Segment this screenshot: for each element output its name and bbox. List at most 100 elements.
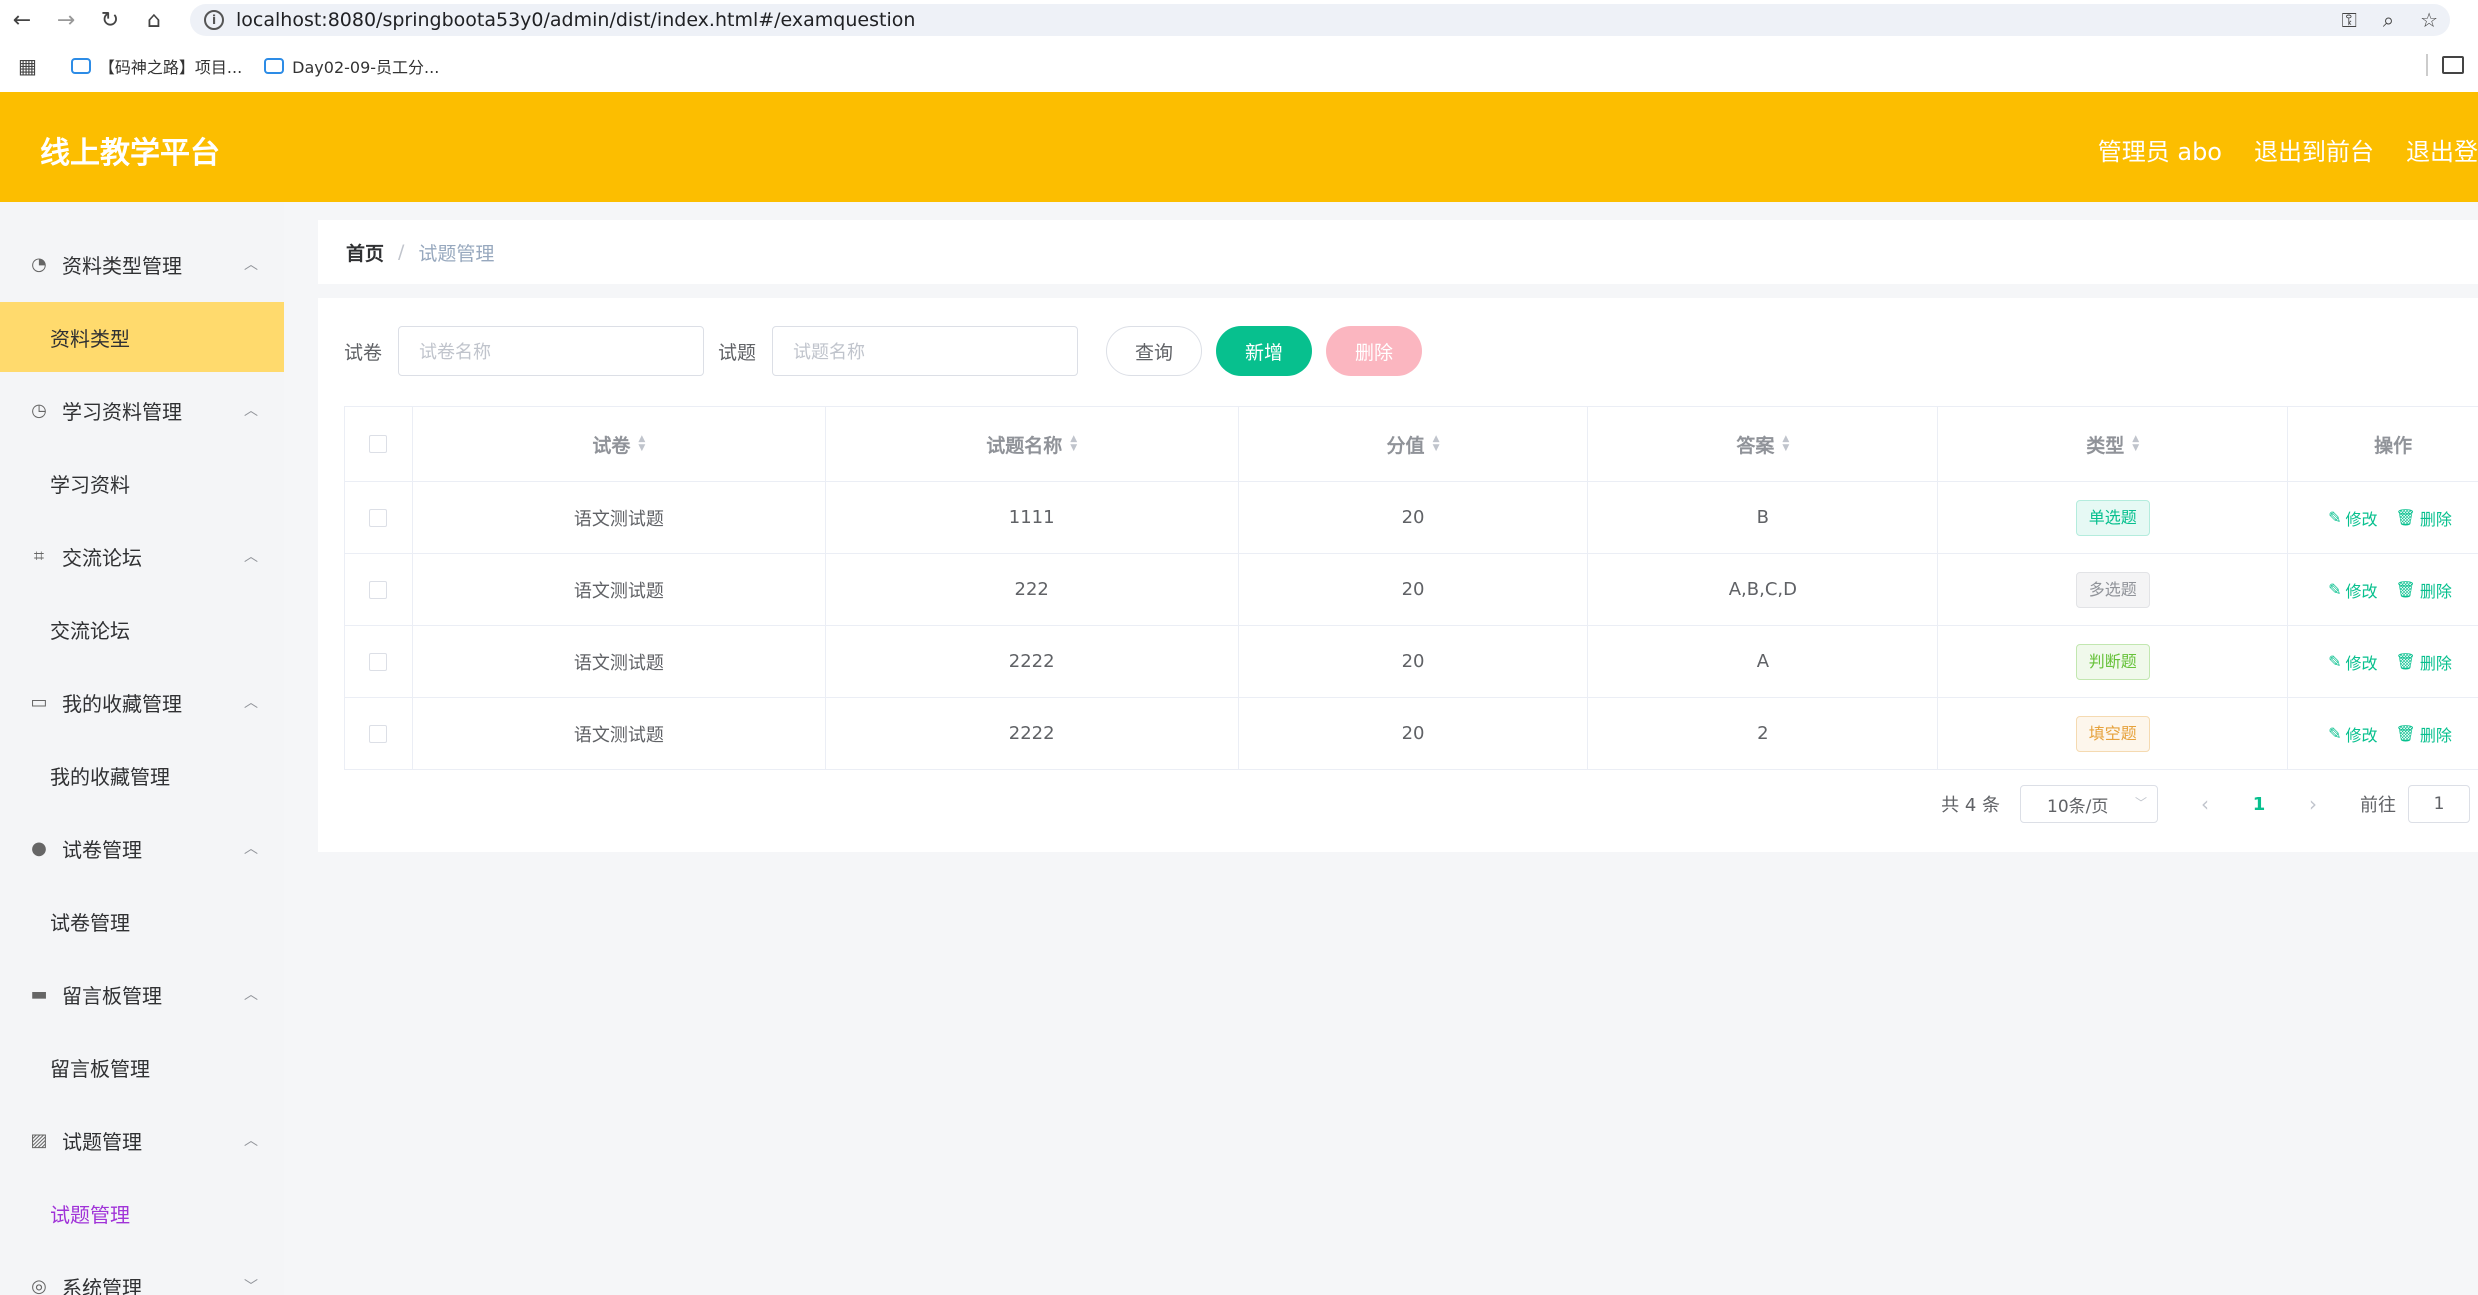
header-label: 操作 <box>2374 434 2413 457</box>
header-paper[interactable]: 试卷 ▲ ▼ <box>413 407 826 481</box>
menu-title-label: 试题管理 <box>62 1129 142 1154</box>
header-question-name[interactable]: 试题名称 ▲ ▼ <box>826 407 1239 481</box>
menu-title[interactable]: ▨ 试题管理 ︿ <box>0 1102 284 1178</box>
chevron-up-icon: ︿ <box>244 1133 258 1149</box>
sort-icon[interactable]: ▲ ▼ <box>638 435 645 453</box>
sort-icon[interactable]: ▲ ▼ <box>1433 435 1440 453</box>
menu-title-label: 试卷管理 <box>62 837 142 862</box>
chart-icon: ▨ <box>30 1129 48 1151</box>
cell-question-name: 2222 <box>826 626 1239 697</box>
zoom-icon[interactable]: ⌕ <box>2383 8 2394 32</box>
logout-link[interactable]: 退出登录 <box>2406 132 2478 167</box>
edit-icon: ✎ <box>2328 652 2342 671</box>
select-all-checkbox[interactable] <box>369 435 388 453</box>
to-front-link[interactable]: 退出到前台 <box>2254 132 2374 167</box>
sort-icon[interactable]: ▲ ▼ <box>1782 435 1789 453</box>
forward-icon[interactable]: → <box>44 0 88 40</box>
row-checkbox-cell <box>345 626 413 697</box>
bookmarks-bar: ▦ 【码神之路】项目... Day02-09-员工分... <box>0 40 2478 92</box>
page-size-value: 10条/页 <box>2047 796 2109 817</box>
menu-title[interactable]: ▬ 留言板管理 ︿ <box>0 956 284 1032</box>
row-checkbox[interactable] <box>369 580 388 599</box>
back-icon[interactable]: ← <box>0 0 44 40</box>
tv-icon <box>264 58 285 74</box>
row-checkbox[interactable] <box>369 652 388 671</box>
menu-item-paper[interactable]: 试卷管理 <box>0 886 284 956</box>
menu-item-question[interactable]: 试题管理 <box>0 1178 284 1248</box>
edit-button[interactable]: ✎ 修改 <box>2328 506 2377 530</box>
question-table: 试卷 ▲ ▼ 试题名称 ▲ ▼ 分值 ▲ ▼ 答案 ▲ ▼ 类型 ▲ ▼ 操作 语文测试题 1111… <box>344 406 2478 770</box>
header-answer[interactable]: 答案 ▲ ▼ <box>1588 407 1939 481</box>
goto-page-input[interactable]: 1 <box>2408 785 2470 823</box>
cell-question-name: 222 <box>826 554 1239 625</box>
cell-type: 单选题 <box>1938 482 2289 553</box>
reload-icon[interactable]: ↻ <box>88 0 132 40</box>
edit-button[interactable]: ✎ 修改 <box>2328 578 2377 602</box>
menu-item-forum[interactable]: 交流论坛 <box>0 594 284 664</box>
browser-toolbar: ← → ↻ ⌂ i localhost:8080/springboota53y0… <box>0 0 2478 40</box>
cell-paper: 语文测试题 <box>413 626 826 697</box>
next-page-button[interactable]: › <box>2286 792 2340 816</box>
page-size-select[interactable]: 10条/页 ﹀ <box>2020 785 2158 823</box>
bookmark-1[interactable]: 【码神之路】项目... <box>70 54 243 78</box>
header-type[interactable]: 类型 ▲ ▼ <box>1938 407 2289 481</box>
remove-button[interactable]: 🗑 删除 <box>2396 506 2452 530</box>
bookmark-label: Day02-09-员工分... <box>292 58 440 77</box>
remove-button[interactable]: 🗑 删除 <box>2396 722 2452 746</box>
pagination-total: 共 4 条 <box>1941 795 2000 816</box>
menu-title-label: 资料类型管理 <box>62 253 182 278</box>
bookmark-label: 【码神之路】项目... <box>98 58 243 77</box>
remove-button[interactable]: 🗑 删除 <box>2396 650 2452 674</box>
menu-title[interactable]: ◔ 资料类型管理 ︿ <box>0 226 284 302</box>
main-panel: 试卷 试卷名称 试题 试题名称 查询 新增 删除 试卷 ▲ ▼ 试题名称 ▲ ▼ 分值 ▲… <box>318 298 2478 852</box>
folder-icon[interactable] <box>2442 56 2464 74</box>
row-checkbox[interactable] <box>369 724 388 743</box>
cell-score: 20 <box>1239 626 1589 697</box>
menu-title[interactable]: ◷ 学习资料管理 ︿ <box>0 372 284 448</box>
row-checkbox-cell <box>345 698 413 769</box>
table-row: 语文测试题 2222 20 2 填空题 ✎ 修改 🗑 删除 <box>345 698 2478 770</box>
menu-item-material-type[interactable]: 资料类型 <box>0 302 284 372</box>
search-form: 试卷 试卷名称 试题 试题名称 查询 新增 删除 <box>344 326 1423 376</box>
edit-button[interactable]: ✎ 修改 <box>2328 650 2377 674</box>
breadcrumb-home[interactable]: 首页 <box>346 239 384 266</box>
menu-title[interactable]: ◎ 系统管理 ﹀ <box>0 1248 284 1295</box>
prev-page-button[interactable]: ‹ <box>2178 792 2232 816</box>
home-icon[interactable]: ⌂ <box>132 0 176 40</box>
cell-paper: 语文测试题 <box>413 554 826 625</box>
header-checkbox-cell <box>345 407 413 481</box>
sort-icon[interactable]: ▲ ▼ <box>2132 435 2139 453</box>
apps-icon[interactable]: ▦ <box>18 54 37 78</box>
query-button[interactable]: 查询 <box>1106 326 1203 376</box>
bookmark-2[interactable]: Day02-09-员工分... <box>264 54 439 78</box>
star-icon[interactable]: ☆ <box>2420 8 2438 32</box>
chevron-down-icon: ﹀ <box>244 1279 258 1295</box>
menu-title[interactable]: ⌗ 交流论坛 ︿ <box>0 518 284 594</box>
question-search-input[interactable]: 试题名称 <box>772 326 1079 376</box>
edit-label: 修改 <box>2345 509 2378 529</box>
page-number[interactable]: 1 <box>2232 794 2286 815</box>
edit-button[interactable]: ✎ 修改 <box>2328 722 2377 746</box>
menu-title[interactable]: ● 试卷管理 ︿ <box>0 810 284 886</box>
menu-item-message-board[interactable]: 留言板管理 <box>0 1032 284 1102</box>
header-score[interactable]: 分值 ▲ ▼ <box>1239 407 1589 481</box>
menu-item-study-material[interactable]: 学习资料 <box>0 448 284 518</box>
table-row: 语文测试题 1111 20 B 单选题 ✎ 修改 🗑 删除 <box>345 482 2478 554</box>
paper-search-input[interactable]: 试卷名称 <box>398 326 705 376</box>
remove-label: 删除 <box>2419 725 2452 745</box>
sort-icon[interactable]: ▲ ▼ <box>1070 435 1077 453</box>
remove-button[interactable]: 🗑 删除 <box>2396 578 2452 602</box>
address-bar[interactable]: i localhost:8080/springboota53y0/admin/d… <box>190 4 2450 36</box>
delete-button[interactable]: 删除 <box>1326 326 1423 376</box>
site-info-icon[interactable]: i <box>204 10 224 30</box>
add-button[interactable]: 新增 <box>1216 326 1313 376</box>
menu-title[interactable]: ▭ 我的收藏管理 ︿ <box>0 664 284 740</box>
edit-icon: ✎ <box>2328 724 2342 743</box>
chevron-up-icon: ︿ <box>244 403 258 419</box>
menu-item-favorites[interactable]: 我的收藏管理 <box>0 740 284 810</box>
key-icon[interactable]: ⚿ <box>2342 8 2357 32</box>
remove-label: 删除 <box>2419 581 2452 601</box>
row-checkbox[interactable] <box>369 508 388 527</box>
edit-label: 修改 <box>2345 653 2378 673</box>
menu-group-message-board: ▬ 留言板管理 ︿ 留言板管理 <box>0 956 284 1102</box>
